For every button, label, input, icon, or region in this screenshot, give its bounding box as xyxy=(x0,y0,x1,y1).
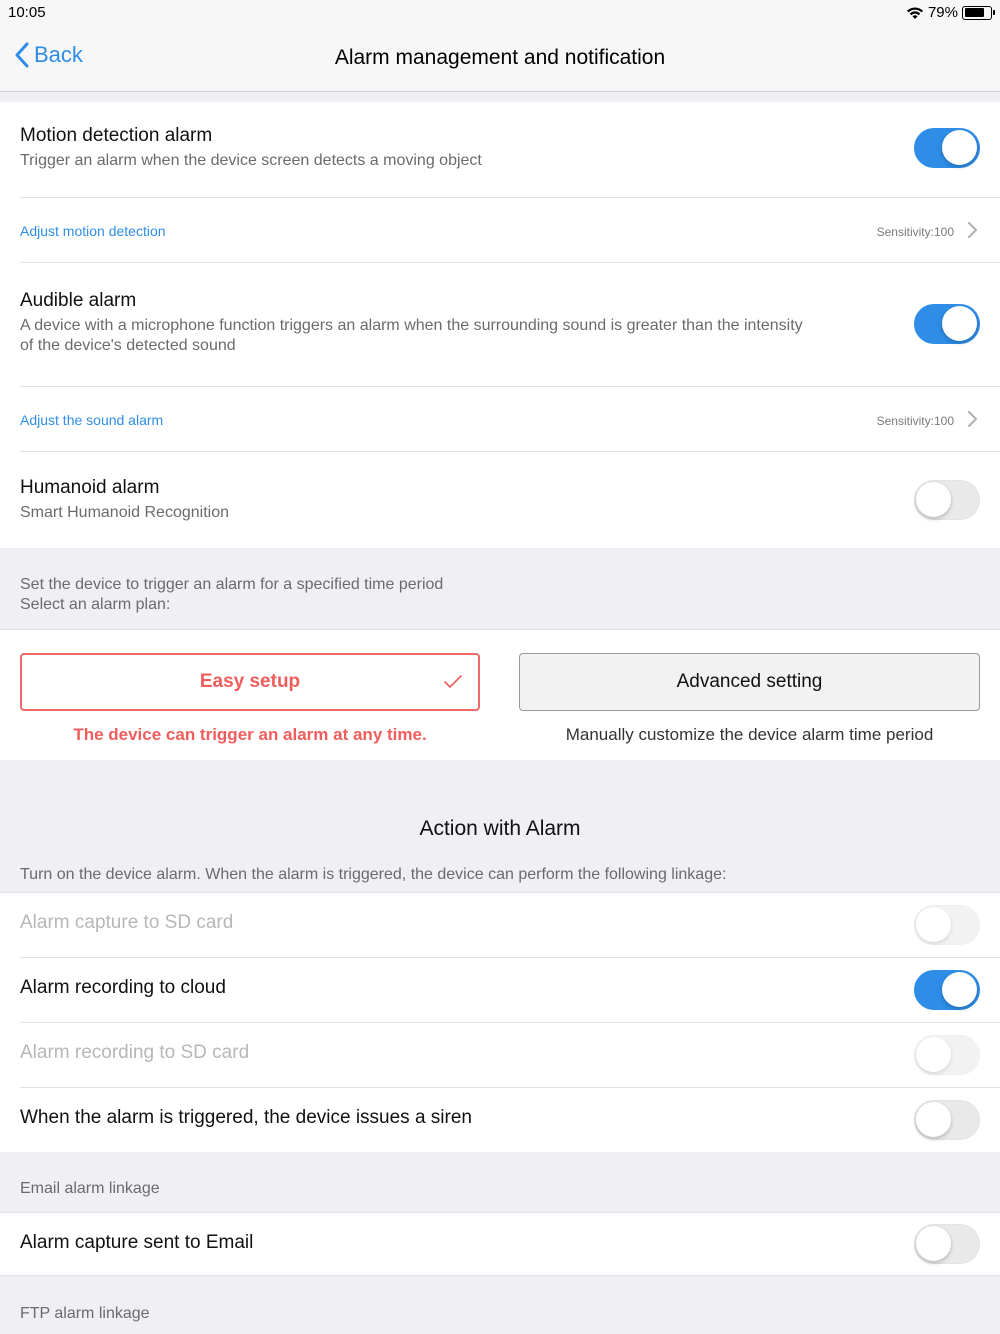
alarm-settings-section: Motion detection alarm Trigger an alarm … xyxy=(0,102,1000,548)
email-item-toggle[interactable] xyxy=(914,1224,980,1264)
action-item-toggle[interactable] xyxy=(914,1035,980,1075)
battery-icon xyxy=(962,5,995,20)
wifi-icon xyxy=(906,6,923,19)
plan-hint-line1: Set the device to trigger an alarm for a… xyxy=(20,576,444,593)
easy-setup-description: The device can trigger an alarm at any t… xyxy=(73,725,427,744)
easy-setup-label: Easy setup xyxy=(199,671,301,692)
action-item-toggle[interactable] xyxy=(914,970,980,1010)
chevron-right-icon xyxy=(968,222,977,238)
audible-alarm-row: Audible alarm A device with a microphone… xyxy=(0,263,1000,386)
ftp-section-header: FTP alarm linkage xyxy=(20,1305,150,1322)
advanced-setting-description: Manually customize the device alarm time… xyxy=(565,725,934,744)
sound-sensitivity-value: Sensitivity:100 xyxy=(876,414,954,428)
audible-alarm-subtitle-line2: of the device's detected sound xyxy=(20,337,236,354)
status-bar: 10:05 79% xyxy=(0,0,1000,26)
action-item: Alarm capture to SD card xyxy=(0,893,1000,957)
audible-alarm-toggle[interactable] xyxy=(914,304,980,344)
alarm-plan-section: Easy setup Advanced setting The device c… xyxy=(0,629,1000,760)
plan-hint-line2: Select an alarm plan: xyxy=(20,596,171,613)
checkmark-icon xyxy=(444,675,462,688)
action-item-toggle[interactable] xyxy=(914,905,980,945)
action-section-header: Action with Alarm xyxy=(419,817,581,840)
humanoid-alarm-subtitle: Smart Humanoid Recognition xyxy=(20,504,229,521)
motion-detection-subtitle: Trigger an alarm when the device screen … xyxy=(20,152,482,169)
audible-alarm-subtitle-line1: A device with a microphone function trig… xyxy=(20,317,803,334)
motion-detection-row: Motion detection alarm Trigger an alarm … xyxy=(0,102,1000,197)
action-item: When the alarm is triggered, the device … xyxy=(0,1088,1000,1153)
adjust-sound-row[interactable]: Adjust the sound alarm Sensitivity:100 xyxy=(0,387,1000,451)
humanoid-alarm-row: Humanoid alarm Smart Humanoid Recognitio… xyxy=(0,452,1000,548)
action-item-label: Alarm recording to cloud xyxy=(20,977,226,998)
email-section-header: Email alarm linkage xyxy=(20,1180,160,1197)
email-section: Alarm capture sent to Email xyxy=(0,1212,1000,1276)
action-item-toggle[interactable] xyxy=(914,1100,980,1140)
advanced-setting-label: Advanced setting xyxy=(676,671,823,692)
email-item-label: Alarm capture sent to Email xyxy=(20,1232,254,1253)
action-hint: Turn on the device alarm. When the alarm… xyxy=(20,866,727,883)
humanoid-alarm-toggle[interactable] xyxy=(914,480,980,520)
action-item-label: Alarm recording to SD card xyxy=(20,1042,250,1063)
navigation-bar: Back Alarm management and notification xyxy=(0,26,1000,92)
adjust-sound-link[interactable]: Adjust the sound alarm xyxy=(20,412,163,428)
status-indicators: 79% xyxy=(906,4,995,21)
battery-percent: 79% xyxy=(927,4,958,21)
advanced-setting-button[interactable]: Advanced setting xyxy=(519,653,980,711)
audible-alarm-title: Audible alarm xyxy=(20,290,137,311)
page-title: Alarm management and notification xyxy=(334,46,666,69)
action-list-section: Alarm capture to SD card Alarm recording… xyxy=(0,892,1000,1152)
motion-detection-toggle[interactable] xyxy=(914,128,980,168)
motion-detection-title: Motion detection alarm xyxy=(20,125,213,146)
motion-sensitivity-value: Sensitivity:100 xyxy=(876,225,954,239)
adjust-motion-link[interactable]: Adjust motion detection xyxy=(20,223,166,239)
action-item-label: Alarm capture to SD card xyxy=(20,912,234,933)
chevron-right-icon xyxy=(968,411,977,427)
easy-setup-button[interactable]: Easy setup xyxy=(20,653,480,711)
humanoid-alarm-title: Humanoid alarm xyxy=(20,477,160,498)
adjust-motion-row[interactable]: Adjust motion detection Sensitivity:100 xyxy=(0,198,1000,262)
action-item-label: When the alarm is triggered, the device … xyxy=(20,1107,472,1128)
action-item: Alarm recording to SD card xyxy=(0,1023,1000,1087)
status-time: 10:05 xyxy=(8,4,46,21)
action-item: Alarm recording to cloud xyxy=(0,958,1000,1022)
